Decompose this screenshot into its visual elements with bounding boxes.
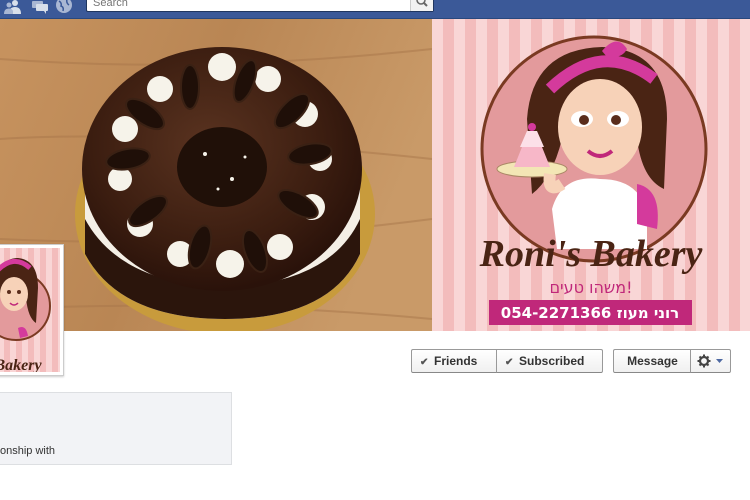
search-box <box>86 0 434 12</box>
cover-photo[interactable]: Roni's Bakery משהו טעים! 054-2271366 רונ… <box>0 19 750 331</box>
friend-requests-icon[interactable] <box>4 0 22 14</box>
message-label: Message <box>627 354 678 368</box>
profile-logo: Bakery <box>0 248 60 372</box>
notifications-globe-icon[interactable] <box>55 0 73 14</box>
subscribed-button[interactable]: ✔ Subscribed <box>496 349 603 373</box>
search-icon <box>416 0 428 7</box>
messages-icon[interactable] <box>31 0 49 14</box>
relationship-text: onship with <box>0 445 56 457</box>
profile-logo-text: Bakery <box>0 357 42 372</box>
profile-picture[interactable]: Bakery <box>0 244 64 376</box>
bakery-logo: Roni's Bakery משהו טעים! 054-2271366 רונ… <box>432 19 750 331</box>
settings-dropdown-button[interactable] <box>690 349 731 373</box>
bakery-logo-contact: 054-2271366 רוני מעוז <box>501 304 679 322</box>
search-input[interactable] <box>93 0 403 10</box>
bakery-logo-slogan: משהו טעים! <box>549 278 632 297</box>
chevron-down-icon <box>716 359 723 363</box>
top-navigation-bar <box>0 0 750 19</box>
gear-icon <box>697 354 711 368</box>
message-button[interactable]: Message <box>613 349 691 373</box>
friends-label: Friends <box>434 354 478 368</box>
search-button[interactable] <box>410 0 433 11</box>
baker-illustration: Roni's Bakery משהו טעים! 054-2271366 רונ… <box>479 35 708 325</box>
checkmark-icon: ✔ <box>420 357 429 368</box>
checkmark-icon: ✔ <box>505 357 514 368</box>
friends-button[interactable]: ✔ Friends <box>411 349 497 373</box>
bakery-logo-title: Roni's Bakery <box>479 233 703 275</box>
subscribed-label: Subscribed <box>519 354 585 368</box>
cake-photo <box>0 19 433 331</box>
